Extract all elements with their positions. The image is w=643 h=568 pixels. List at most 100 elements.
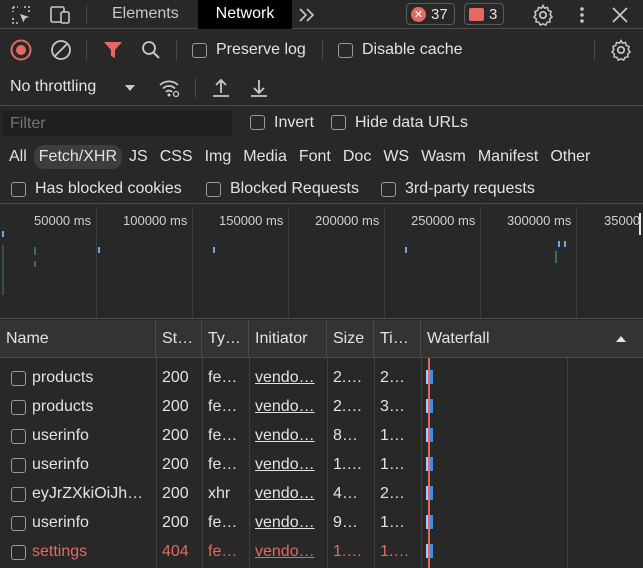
- cell-name: userinfo: [32, 513, 89, 531]
- cell-time: 2…: [380, 368, 405, 386]
- clear-icon[interactable]: [50, 39, 72, 61]
- preserve-log-checkbox[interactable]: [192, 43, 207, 58]
- filter-input[interactable]: [2, 111, 232, 136]
- hide-data-urls-checkbox[interactable]: [331, 115, 346, 130]
- type-filter-doc[interactable]: Doc: [338, 145, 376, 169]
- table-row[interactable]: products 200 fe… vendo… 2.… 2…: [0, 363, 643, 392]
- blocked-filter-bar: Has blocked cookies Blocked Requests 3rd…: [0, 174, 643, 204]
- inspect-element-icon[interactable]: [10, 4, 32, 26]
- row-select-checkbox[interactable]: [11, 545, 26, 560]
- cell-status: 200: [162, 513, 189, 531]
- record-stop-icon[interactable]: [10, 39, 32, 61]
- sort-ascending-icon[interactable]: [614, 332, 628, 346]
- row-select-checkbox[interactable]: [11, 429, 26, 444]
- cell-time: 1.…: [380, 542, 410, 560]
- cell-time: 1…: [380, 426, 405, 444]
- column-header-time[interactable]: Ti…: [374, 320, 421, 358]
- close-devtools-icon[interactable]: [609, 3, 631, 27]
- devtools-tab-bar: Elements Network ✕ 37 3: [0, 0, 643, 29]
- network-settings-gear-icon[interactable]: [609, 38, 633, 62]
- table-row[interactable]: products 200 fe… vendo… 2.… 3…: [0, 392, 643, 421]
- errors-count: 37: [431, 5, 448, 23]
- column-header-waterfall[interactable]: Waterfall: [421, 320, 643, 358]
- type-filter-ws[interactable]: WS: [378, 145, 414, 169]
- network-conditions-wifi-icon[interactable]: [157, 76, 181, 100]
- table-row[interactable]: settings 404 fe… vendo… 1.… 1.…: [0, 537, 643, 566]
- table-row[interactable]: userinfo 200 fe… vendo… 1.… 1…: [0, 450, 643, 479]
- throttling-toolbar: No throttling: [0, 70, 643, 106]
- column-header-type[interactable]: Ty…: [202, 320, 249, 358]
- cell-initiator[interactable]: vendo…: [249, 479, 327, 508]
- cell-initiator[interactable]: vendo…: [249, 392, 327, 421]
- type-filter-font[interactable]: Font: [294, 145, 336, 169]
- export-har-download-icon[interactable]: [248, 76, 270, 100]
- waterfall-bar: [430, 486, 433, 500]
- cell-time: 1…: [380, 455, 405, 473]
- table-row[interactable]: userinfo 200 fe… vendo… 8… 1…: [0, 421, 643, 450]
- cell-initiator[interactable]: vendo…: [249, 421, 327, 450]
- more-tabs-chevron-icon[interactable]: [296, 4, 318, 26]
- column-header-status[interactable]: St…: [156, 320, 202, 358]
- cell-type: fe…: [208, 513, 238, 531]
- column-header-size[interactable]: Size: [327, 320, 374, 358]
- type-filter-img[interactable]: Img: [200, 145, 237, 169]
- cell-name: userinfo: [32, 426, 89, 444]
- type-filter-wasm[interactable]: Wasm: [416, 145, 471, 169]
- errors-badge[interactable]: ✕ 37: [406, 3, 455, 25]
- search-icon[interactable]: [140, 39, 162, 61]
- type-filter-all[interactable]: All: [4, 145, 32, 169]
- network-overview-timeline[interactable]: 50000 ms 100000 ms 150000 ms 200000 ms 2…: [0, 207, 643, 319]
- cell-size: 2.…: [333, 397, 363, 415]
- column-header-initiator[interactable]: Initiator: [249, 320, 327, 358]
- cell-initiator[interactable]: vendo…: [249, 537, 327, 566]
- cell-size: 4…: [333, 484, 358, 502]
- device-toolbar-icon[interactable]: [48, 4, 72, 26]
- row-select-checkbox[interactable]: [11, 458, 26, 473]
- column-header-name[interactable]: Name: [0, 320, 156, 358]
- third-party-requests-checkbox[interactable]: [381, 182, 396, 197]
- blocked-requests-label: Blocked Requests: [230, 180, 359, 197]
- has-blocked-cookies-label: Has blocked cookies: [35, 180, 182, 197]
- more-options-icon[interactable]: [572, 3, 592, 27]
- import-har-upload-icon[interactable]: [210, 76, 232, 100]
- type-filter-css[interactable]: CSS: [155, 145, 198, 169]
- tab-elements[interactable]: Elements: [99, 0, 192, 29]
- type-filter-js[interactable]: JS: [124, 145, 153, 169]
- disable-cache-label: Disable cache: [362, 41, 463, 58]
- throttling-select[interactable]: No throttling: [10, 78, 96, 96]
- table-row[interactable]: userinfo 200 fe… vendo… 9… 1…: [0, 508, 643, 537]
- cell-size: 1.…: [333, 455, 363, 473]
- type-filter-manifest[interactable]: Manifest: [473, 145, 543, 169]
- error-icon: ✕: [411, 6, 426, 22]
- cell-type: fe…: [208, 368, 238, 386]
- type-filter-other[interactable]: Other: [545, 145, 595, 169]
- requests-table-header: Name St… Ty… Initiator Size Ti… Waterfal…: [0, 320, 643, 358]
- row-select-checkbox[interactable]: [11, 400, 26, 415]
- timeline-tick-label: 300000 ms: [507, 213, 572, 228]
- cell-initiator[interactable]: vendo…: [249, 363, 327, 392]
- tab-network[interactable]: Network: [198, 0, 292, 29]
- table-row[interactable]: eyJrZXkiOiJh… 200 xhr vendo… 4… 2…: [0, 479, 643, 508]
- issues-count: 3: [489, 5, 498, 23]
- cell-status: 200: [162, 397, 189, 415]
- waterfall-bar: [430, 544, 433, 558]
- type-filter-media[interactable]: Media: [238, 145, 292, 169]
- cell-name: products: [32, 368, 94, 386]
- settings-gear-icon[interactable]: [531, 3, 555, 27]
- blocked-requests-checkbox[interactable]: [206, 182, 221, 197]
- cell-status: 200: [162, 455, 189, 473]
- invert-checkbox[interactable]: [250, 115, 265, 130]
- row-select-checkbox[interactable]: [11, 487, 26, 502]
- issues-badge[interactable]: 3: [464, 3, 505, 25]
- throttling-dropdown-arrow-icon[interactable]: [123, 81, 137, 95]
- type-filter-fetch-xhr[interactable]: Fetch/XHR: [33, 145, 123, 169]
- filter-funnel-icon[interactable]: [102, 39, 124, 61]
- timeline-tick-label: 100000 ms: [123, 213, 188, 228]
- row-select-checkbox[interactable]: [11, 371, 26, 386]
- cell-initiator[interactable]: vendo…: [249, 508, 327, 537]
- has-blocked-cookies-checkbox[interactable]: [11, 182, 26, 197]
- timeline-tick-label: 150000 ms: [219, 213, 284, 228]
- row-select-checkbox[interactable]: [11, 516, 26, 531]
- cell-initiator[interactable]: vendo…: [249, 450, 327, 479]
- disable-cache-checkbox[interactable]: [338, 43, 353, 58]
